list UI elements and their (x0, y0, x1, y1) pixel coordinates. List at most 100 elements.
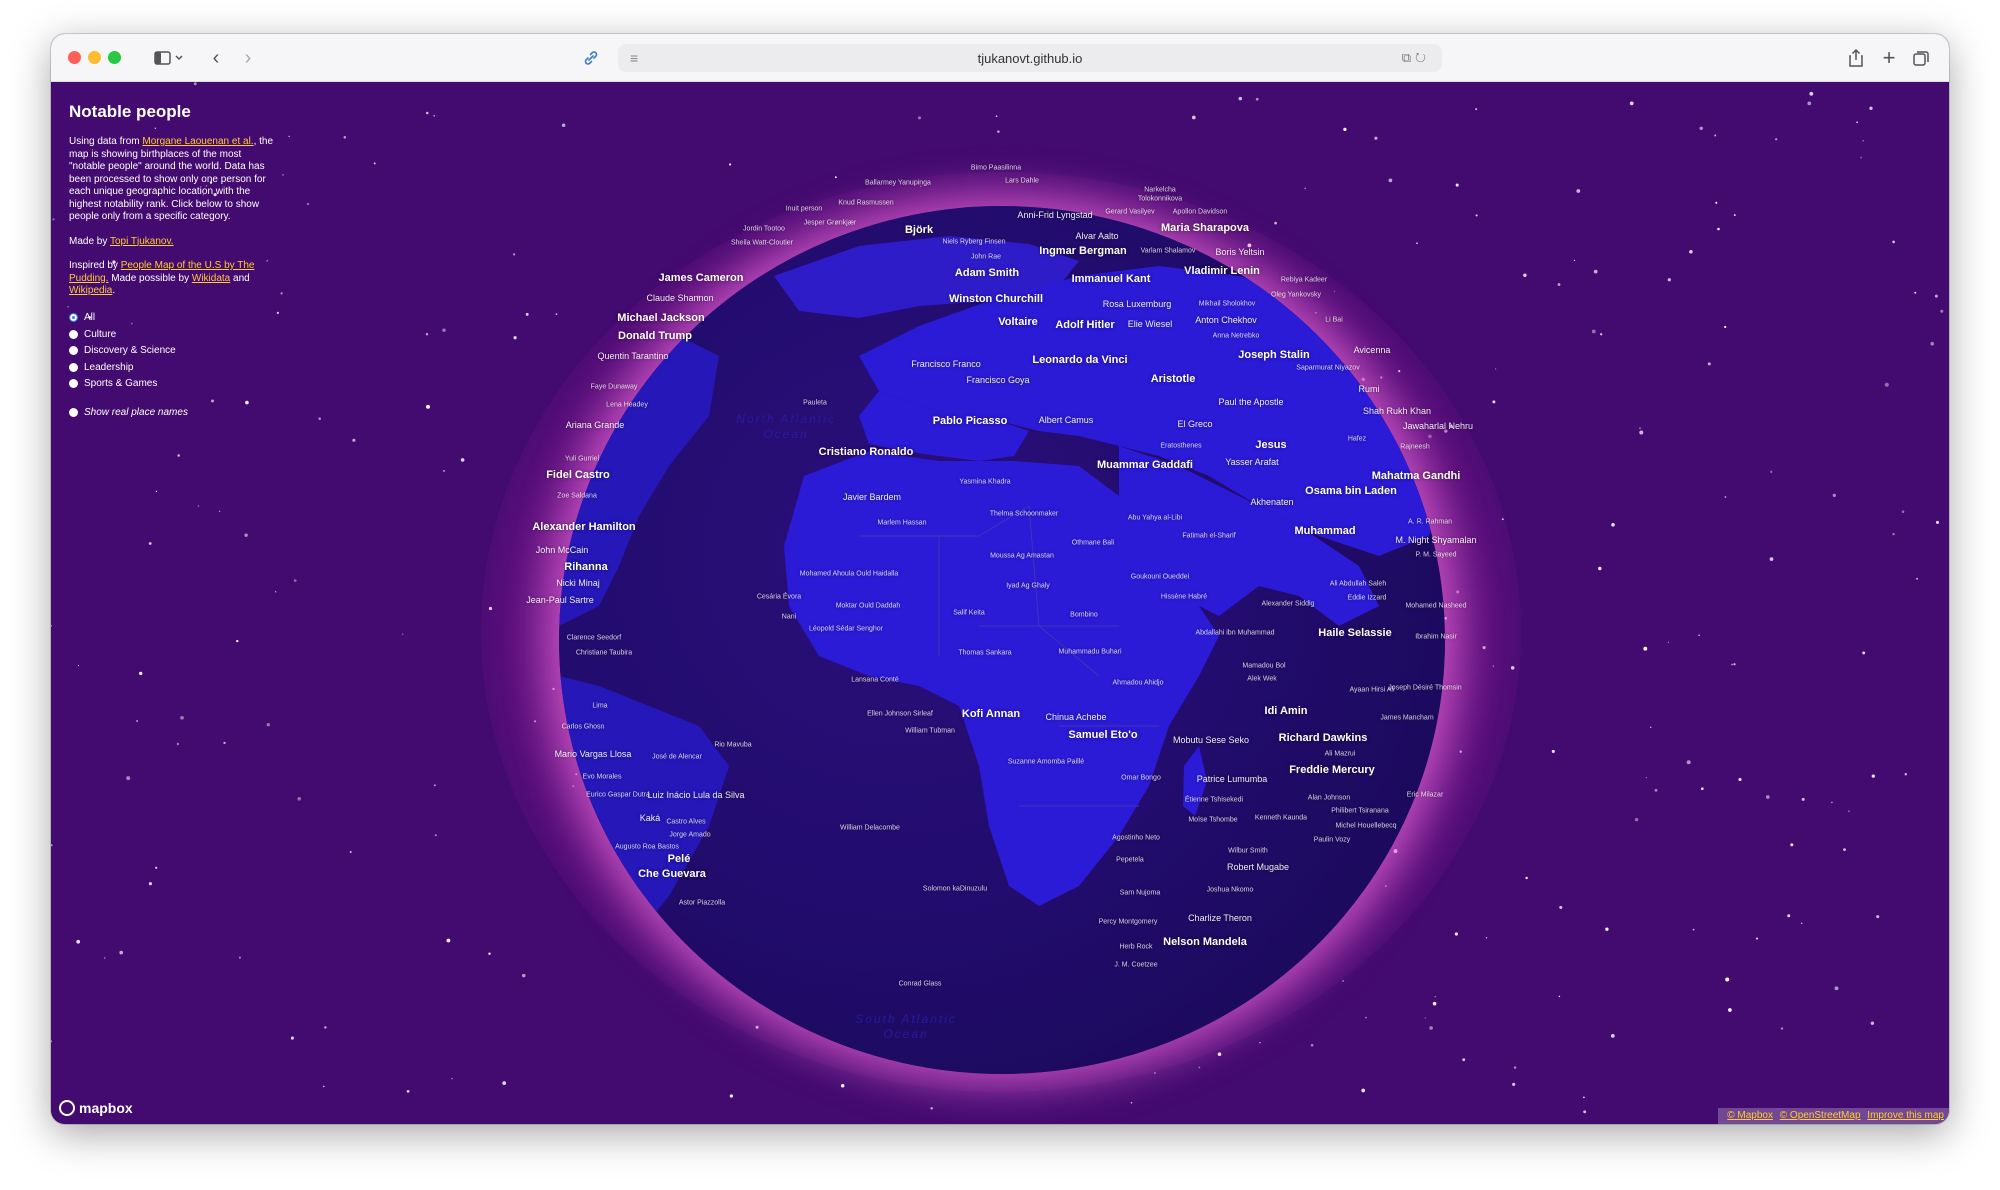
person-label[interactable]: Niels Ryberg Finsen (942, 239, 1005, 246)
person-label[interactable]: Muhammad (1294, 525, 1355, 537)
forward-arrow-icon[interactable]: › (235, 46, 261, 70)
person-label[interactable]: Freddie Mercury (1289, 764, 1375, 776)
person-label[interactable]: Mahatma Gandhi (1372, 470, 1461, 482)
person-label[interactable]: James Mancham (1380, 715, 1433, 722)
person-label[interactable]: Ingmar Bergman (1039, 245, 1126, 257)
person-label[interactable]: Alexander Siddig (1262, 601, 1315, 608)
osm-attribution-link[interactable]: © OpenStreetMap (1780, 1110, 1861, 1121)
person-label[interactable]: Kofi Annan (962, 708, 1020, 720)
person-label[interactable]: Lena Headey (606, 402, 648, 409)
person-label[interactable]: P. M. Sayeed (1415, 552, 1456, 559)
person-label[interactable]: Michael Jackson (617, 312, 704, 324)
radio-button[interactable] (69, 379, 78, 389)
person-label[interactable]: Oleg Yankovsky (1271, 292, 1321, 299)
person-label[interactable]: Akhenaten (1250, 497, 1293, 507)
person-label[interactable]: Albert Camus (1039, 415, 1094, 425)
person-label[interactable]: Inuit person (786, 206, 823, 213)
person-label[interactable]: William Delacombe (840, 825, 900, 832)
share-icon[interactable] (1844, 46, 1868, 70)
person-label[interactable]: Shah Rukh Khan (1363, 406, 1431, 416)
person-label[interactable]: El Greco (1177, 419, 1212, 429)
person-label[interactable]: Salif Keita (953, 610, 985, 617)
person-label[interactable]: Ellen Johnson Sirleaf (867, 711, 933, 718)
person-label[interactable]: Joseph Désiré Thomsin (1388, 685, 1461, 692)
person-label[interactable]: Mario Vargas Llosa (555, 749, 632, 759)
person-label[interactable]: Abdallahi ibn Muhammad (1196, 630, 1275, 637)
person-label[interactable]: Jesper Grønkjær (804, 220, 857, 227)
person-label[interactable]: Yasmina Khadra (959, 479, 1010, 486)
person-label[interactable]: Adam Smith (955, 267, 1019, 279)
person-label[interactable]: Muhammadu Buhari (1058, 649, 1121, 656)
person-label[interactable]: Castro Alves (666, 819, 705, 826)
person-label[interactable]: Samuel Eto'o (1068, 729, 1137, 741)
reload-icon[interactable]: ⧉↻ (1402, 50, 1430, 66)
person-label[interactable]: James Cameron (659, 272, 744, 284)
minimize-window-button[interactable] (88, 51, 101, 64)
person-label[interactable]: Faye Dunaway (591, 384, 638, 391)
person-label[interactable]: Leonardo da Vinci (1032, 354, 1127, 366)
close-window-button[interactable] (68, 51, 81, 64)
back-arrow-icon[interactable]: ‹ (203, 46, 229, 70)
person-label[interactable]: Bimo Paasilinna (971, 165, 1021, 172)
person-label[interactable]: M. Night Shyamalan (1395, 535, 1476, 545)
wikidata-link[interactable]: Wikidata (192, 273, 230, 284)
person-label[interactable]: Cesária Évora (757, 594, 801, 601)
person-label[interactable]: Eurico Gaspar Dutra (586, 792, 650, 799)
zoom-window-button[interactable] (108, 51, 121, 64)
person-label[interactable]: Saparmurat Niyazov (1296, 365, 1359, 372)
mapbox-logo[interactable]: mapbox (59, 1100, 133, 1116)
category-option-culture[interactable]: Culture (69, 326, 279, 343)
person-label[interactable]: Osama bin Laden (1305, 485, 1397, 497)
person-label[interactable]: Rumi (1358, 384, 1379, 394)
person-label[interactable]: Alek Wek (1247, 676, 1276, 683)
person-label[interactable]: Alexander Hamilton (532, 521, 635, 533)
person-label[interactable]: Javier Bardem (843, 492, 901, 502)
person-label[interactable]: Joshua Nkomo (1207, 887, 1254, 894)
person-label[interactable]: Pablo Picasso (933, 415, 1008, 427)
person-label[interactable]: Jordin Tootoo (743, 226, 785, 233)
person-label[interactable]: Fatimah el-Sharif (1182, 533, 1235, 540)
person-label[interactable]: Evo Morales (583, 774, 622, 781)
radio-button[interactable] (69, 313, 78, 323)
person-label[interactable]: Thelma Schoonmaker (990, 511, 1058, 518)
person-label[interactable]: Othmane Bali (1072, 540, 1114, 547)
person-label[interactable]: Cristiano Ronaldo (819, 446, 914, 458)
person-label[interactable]: Muammar Gaddafi (1097, 459, 1193, 471)
person-label[interactable]: Nani (782, 614, 796, 621)
person-label[interactable]: Kenneth Kaunda (1255, 815, 1307, 822)
person-label[interactable]: Elie Wiesel (1128, 319, 1173, 329)
person-label[interactable]: Jesus (1255, 439, 1286, 451)
category-option-sports-games[interactable]: Sports & Games (69, 376, 279, 393)
person-label[interactable]: John Rae (971, 254, 1001, 261)
person-label[interactable]: Moussa Ag Amastan (990, 553, 1054, 560)
person-label[interactable]: Carlos Ghosn (562, 724, 605, 731)
mapbox-attribution-link[interactable]: © Mapbox (1727, 1110, 1773, 1121)
person-label[interactable]: Alan Johnson (1308, 795, 1350, 802)
person-label[interactable]: Conrad Glass (899, 981, 942, 988)
person-label[interactable]: Nicki Minaj (556, 578, 600, 588)
person-label[interactable]: Ahmadou Ahidjo (1113, 680, 1164, 687)
person-label[interactable]: Yasser Arafat (1225, 457, 1278, 467)
person-label[interactable]: John McCain (536, 545, 589, 555)
person-label[interactable]: Clarence Seedorf (567, 635, 621, 642)
real-place-names-toggle[interactable]: Show real place names (69, 404, 279, 421)
new-tab-icon[interactable]: + (1877, 45, 1901, 70)
person-label[interactable]: Che Guevara (638, 868, 706, 880)
person-label[interactable]: Solomon kaDinuzulu (923, 886, 987, 893)
person-label[interactable]: Aristotle (1151, 373, 1196, 385)
person-label[interactable]: Mohamed Nasheed (1405, 603, 1466, 610)
radio-button[interactable] (69, 346, 78, 356)
person-label[interactable]: Vladimir Lenin (1184, 265, 1260, 277)
person-label[interactable]: Hissène Habré (1161, 594, 1207, 601)
person-label[interactable]: Moktar Ould Daddah (836, 603, 901, 610)
person-label[interactable]: Rebiya Kadeer (1281, 277, 1327, 284)
person-label[interactable]: William Tubman (905, 728, 955, 735)
person-label[interactable]: Rihanna (564, 561, 607, 573)
person-label[interactable]: Astor Piazzolla (679, 900, 725, 907)
source-link[interactable]: Morgane Laouenan et al. (142, 136, 253, 147)
person-label[interactable]: Boris Yeltsin (1215, 247, 1264, 257)
person-label[interactable]: Percy Montgomery (1099, 919, 1158, 926)
person-label[interactable]: Lansana Conté (851, 677, 898, 684)
person-label[interactable]: Narkelcha (1144, 187, 1176, 194)
person-label[interactable]: Tolokonnikova (1138, 196, 1182, 203)
